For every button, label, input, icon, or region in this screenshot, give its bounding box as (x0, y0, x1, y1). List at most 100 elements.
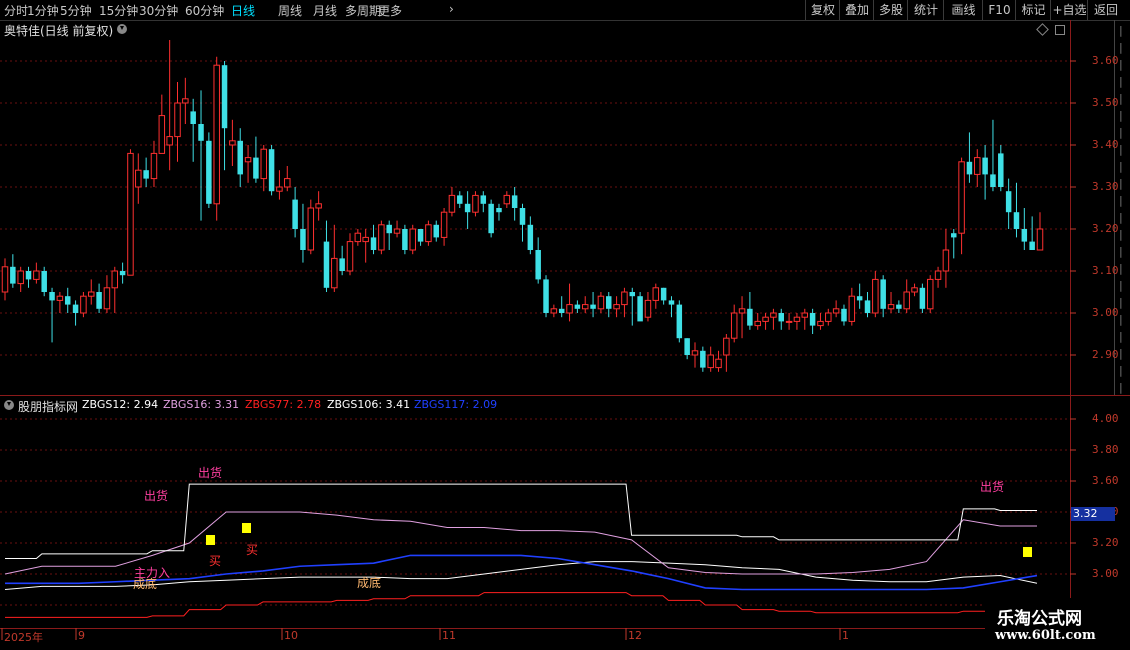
indicator-lines (4, 483, 1038, 618)
candle-body (448, 194, 456, 213)
side-edge-glyph: | (1119, 177, 1123, 190)
chuhuo-label-2: 出货 (198, 466, 223, 480)
candle-body (221, 65, 228, 129)
candlestick-series (1, 40, 1044, 372)
chuhuo-label-1: 出货 (144, 489, 169, 503)
candle-body (378, 224, 385, 251)
candle-body (402, 229, 408, 250)
candle-body (926, 278, 934, 310)
candle-body (10, 266, 16, 284)
candle-body (934, 270, 942, 280)
indicator-menu-dropdown-icon[interactable] (4, 400, 14, 410)
candle-body (393, 228, 401, 234)
candle-body (730, 312, 738, 339)
candle-body (841, 308, 847, 322)
side-edge-glyph: | (1119, 194, 1123, 207)
candle-body (1021, 229, 1028, 242)
current-price-badge: 3.32 (1071, 507, 1115, 521)
watermark-url: www.60lt.com (995, 628, 1096, 643)
candle-body (543, 279, 549, 313)
candle-body (581, 304, 589, 310)
candle-body (331, 257, 338, 289)
side-edge-glyph: | (1119, 109, 1123, 122)
candle-body (496, 208, 502, 213)
candle-body (566, 304, 573, 314)
candle-body (676, 304, 683, 339)
candle-body (25, 271, 32, 280)
candle-body (832, 308, 840, 314)
candle-body (864, 300, 871, 313)
side-edge-glyph: | (1119, 347, 1123, 360)
candle-body (41, 271, 47, 292)
chengdi-label-1: 成底 (133, 577, 158, 591)
candle-body (597, 295, 605, 310)
indicator-axis-label: 3.60 (1092, 474, 1119, 487)
side-edge-glyph: | (1119, 41, 1123, 54)
candle-body (558, 308, 565, 313)
maximize-icon[interactable] (1055, 25, 1065, 35)
side-edge-glyph: | (1119, 245, 1123, 258)
candle-body (284, 178, 291, 188)
candle-body (793, 316, 801, 322)
candle-body (362, 236, 369, 243)
candle-body (1005, 191, 1012, 213)
price-axis-label: 2.90 (1092, 348, 1119, 361)
candle-body (158, 115, 166, 154)
candle-body (872, 278, 879, 314)
candle-body (307, 207, 315, 251)
indicator-axis-label: 3.20 (1092, 536, 1119, 549)
legend-2: ZBGS77: 2.78 (245, 398, 322, 411)
candle-body (848, 295, 856, 322)
side-edge-glyph: | (1119, 296, 1123, 309)
candle-body (503, 194, 511, 205)
watermark-title: 乐淘公式网 (997, 609, 1082, 629)
candle-body (80, 295, 87, 314)
x-axis-label: 2025年 (4, 631, 43, 644)
candle-body (127, 152, 134, 276)
candle-body (237, 140, 243, 175)
candle-body (754, 320, 761, 327)
candle-body (919, 287, 926, 309)
side-edge-glyph: | (1119, 75, 1123, 88)
mai-label-1: 买 (209, 554, 222, 568)
side-edge-glyph: | (1119, 262, 1123, 275)
stock-menu-dropdown-icon[interactable] (117, 24, 127, 34)
x-axis-label: 9 (78, 629, 85, 642)
indicator-axis-label: 3.80 (1092, 443, 1119, 456)
watermark-logo: 乐淘公式网 www.60lt.com (985, 598, 1130, 650)
legend-1: ZBGS16: 3.31 (163, 398, 240, 411)
candle-body (903, 291, 910, 310)
price-axis-label: 3.40 (1092, 138, 1119, 151)
candle-body (182, 98, 189, 104)
x-axis-label: 1 (842, 629, 849, 642)
candle-body (747, 308, 753, 326)
indicator-axis-label: 3.00 (1092, 567, 1119, 580)
candle-body (707, 354, 714, 369)
candle-body (111, 270, 119, 289)
candle-body (457, 195, 463, 204)
candle-body (174, 102, 181, 138)
candle-body (519, 208, 526, 225)
candle-body (206, 140, 212, 204)
candle-body (660, 287, 667, 301)
candle-body (143, 170, 149, 179)
candle-body (715, 358, 722, 369)
candle-body (229, 140, 236, 146)
candle-body (1029, 241, 1035, 250)
candle-body (982, 157, 988, 175)
candle-body (103, 287, 111, 310)
price-axis-label: 3.10 (1092, 264, 1119, 277)
candle-body (213, 64, 220, 205)
candle-body (817, 320, 824, 327)
side-edge-glyph: | (1119, 330, 1123, 343)
candle-body (974, 157, 981, 175)
price-axis-label: 3.00 (1092, 306, 1119, 319)
candle-body (244, 157, 252, 163)
candle-body (911, 287, 918, 293)
buy-marker (242, 523, 251, 533)
candle-body (856, 296, 863, 301)
candle-body (464, 203, 471, 213)
candle-body (550, 308, 558, 314)
candle-body (527, 224, 534, 250)
side-edge-glyph: | (1119, 24, 1123, 37)
